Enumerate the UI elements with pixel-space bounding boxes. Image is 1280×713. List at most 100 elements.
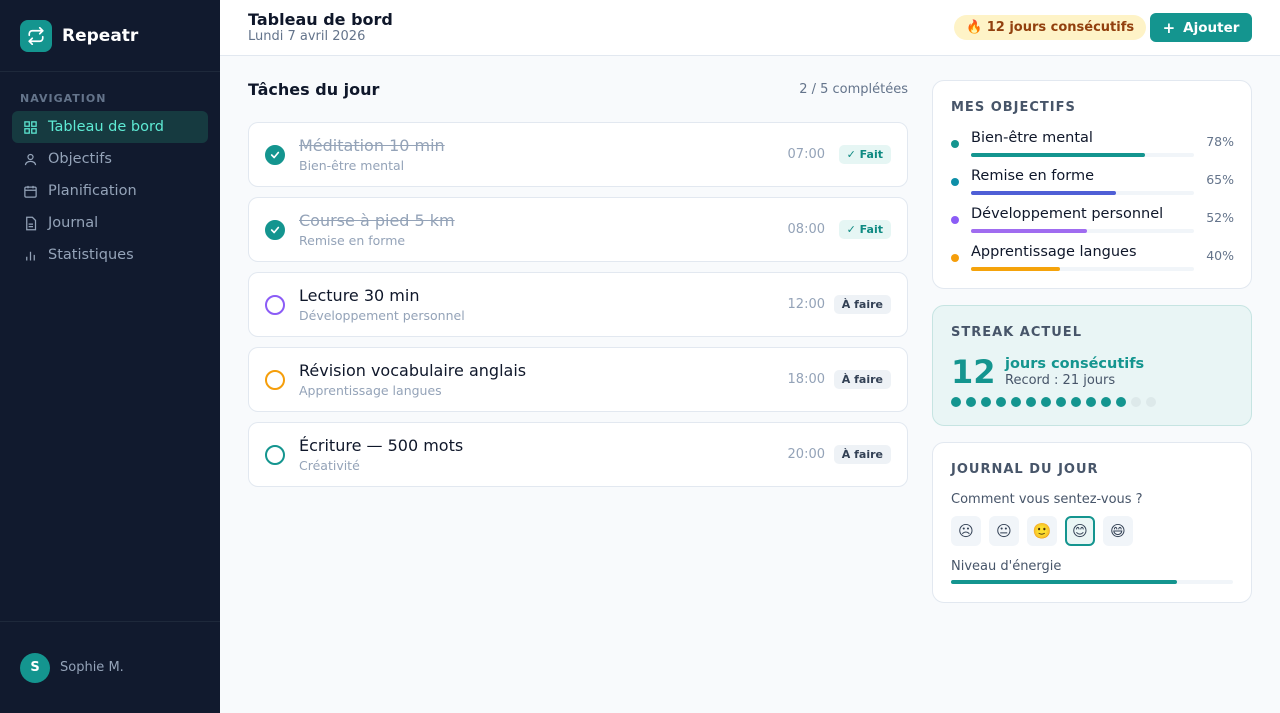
task-category: Bien-être mental	[299, 158, 405, 173]
task-category: Remise en forme	[299, 233, 406, 248]
task-category: Apprentissage langues	[299, 383, 442, 398]
task-time: 08:00	[787, 222, 825, 237]
sad-face-icon[interactable]: ☹	[951, 516, 981, 546]
goal-progress-fill	[971, 229, 1087, 233]
sidebar-item-label: Statistiques	[48, 247, 134, 263]
streak-dots	[951, 397, 1161, 407]
streak-record: Record : 21 jours	[1005, 373, 1116, 388]
task-title: Lecture 30 min	[299, 286, 420, 305]
task-checkbox[interactable]	[265, 445, 285, 465]
document-icon	[22, 215, 38, 231]
status-badge: ✓ Fait	[838, 145, 891, 164]
page-title: Tableau de bord	[248, 10, 393, 29]
streak-day-dot	[1011, 397, 1021, 407]
task-time: 18:00	[787, 372, 825, 387]
goal-dot	[951, 254, 959, 262]
task-item[interactable]: Révision vocabulaire anglais Apprentissa…	[248, 347, 908, 412]
add-button[interactable]: + Ajouter	[1150, 13, 1252, 42]
sidebar-item-label: Journal	[48, 215, 99, 231]
sidebar-item-statistics[interactable]: Statistiques	[12, 239, 208, 271]
check-icon	[270, 151, 280, 159]
task-checkbox[interactable]	[265, 370, 285, 390]
sidebar-item-goals[interactable]: Objectifs	[12, 143, 208, 175]
streak-day-dot	[951, 397, 961, 407]
task-item[interactable]: Course à pied 5 km Remise en forme 08:00…	[248, 197, 908, 262]
page-date: Lundi 7 avril 2026	[248, 29, 366, 44]
goal-dot	[951, 178, 959, 186]
sidebar: Repeatr NAVIGATION Tableau de bord Objec…	[0, 0, 220, 713]
bar-chart-icon	[22, 247, 38, 263]
goal-percent: 78%	[1206, 134, 1234, 149]
add-button-label: Ajouter	[1183, 19, 1240, 36]
task-item[interactable]: Écriture — 500 mots Créativité 20:00 À f…	[248, 422, 908, 487]
task-item[interactable]: Méditation 10 min Bien-être mental 07:00…	[248, 122, 908, 187]
goal-dot	[951, 140, 959, 148]
goal-progress-track	[971, 229, 1194, 233]
app-name: Repeatr	[62, 25, 139, 46]
streak-day-dot	[1071, 397, 1081, 407]
goal-item[interactable]: Apprentissage langues 40%	[951, 244, 1234, 276]
journal-panel: JOURNAL DU JOUR Comment vous sentez-vous…	[932, 442, 1252, 603]
goals-panel: MES OBJECTIFS Bien-être mental 78% Remis…	[932, 80, 1252, 289]
task-checkbox[interactable]	[265, 220, 285, 240]
brand[interactable]: Repeatr	[0, 0, 220, 72]
grid-icon	[22, 119, 38, 135]
task-checkbox[interactable]	[265, 145, 285, 165]
energy-slider[interactable]	[951, 580, 1233, 584]
streak-day-dot	[1131, 397, 1141, 407]
task-category: Créativité	[299, 458, 360, 473]
goal-label: Apprentissage langues	[971, 244, 1137, 260]
goal-progress-fill	[971, 153, 1145, 157]
sidebar-item-journal[interactable]: Journal	[12, 207, 208, 239]
streak-label: jours consécutifs	[1005, 356, 1145, 372]
streak-day-dot	[1026, 397, 1036, 407]
nav-section-label: NAVIGATION	[20, 92, 107, 105]
neutral-face-icon[interactable]: 😐	[989, 516, 1019, 546]
goal-label: Bien-être mental	[971, 130, 1093, 146]
goal-progress-track	[971, 153, 1194, 157]
streak-day-dot	[966, 397, 976, 407]
task-time: 12:00	[787, 297, 825, 312]
status-badge: ✓ Fait	[838, 220, 891, 239]
goal-item[interactable]: Bien-être mental 78%	[951, 130, 1234, 162]
status-badge: À faire	[833, 445, 891, 464]
goals-title: MES OBJECTIFS	[951, 100, 1076, 115]
status-badge: À faire	[833, 295, 891, 314]
sidebar-item-label: Tableau de bord	[48, 119, 164, 135]
task-item[interactable]: Lecture 30 min Développement personnel 1…	[248, 272, 908, 337]
avatar: S	[20, 652, 50, 683]
streak-day-dot	[1086, 397, 1096, 407]
task-checkbox[interactable]	[265, 295, 285, 315]
calendar-icon	[22, 183, 38, 199]
task-time: 20:00	[787, 447, 825, 462]
energy-fill	[951, 580, 1177, 584]
goal-label: Remise en forme	[971, 168, 1095, 184]
check-icon	[270, 226, 280, 234]
sidebar-item-planning[interactable]: Planification	[12, 175, 208, 207]
sidebar-item-dashboard[interactable]: Tableau de bord	[12, 111, 208, 143]
task-title: Révision vocabulaire anglais	[299, 361, 527, 380]
goal-progress-track	[971, 267, 1194, 271]
user-icon	[22, 151, 38, 167]
grin-face-icon[interactable]: 😄	[1103, 516, 1133, 546]
streak-panel: STREAK ACTUEL 12 jours consécutifs Recor…	[932, 305, 1252, 426]
user-profile[interactable]: S Sophie M.	[0, 621, 220, 713]
smile-face-icon[interactable]: 😊	[1065, 516, 1095, 546]
goal-item[interactable]: Développement personnel 52%	[951, 206, 1234, 238]
slight-smile-icon[interactable]: 🙂	[1027, 516, 1057, 546]
plus-icon: +	[1162, 18, 1176, 37]
task-title: Course à pied 5 km	[299, 211, 455, 230]
streak-day-dot	[1101, 397, 1111, 407]
tasks-title: Tâches du jour	[248, 79, 380, 99]
sidebar-item-label: Objectifs	[48, 151, 112, 167]
goal-percent: 65%	[1206, 172, 1234, 187]
task-category: Développement personnel	[299, 308, 465, 323]
status-badge: À faire	[833, 370, 891, 389]
goal-item[interactable]: Remise en forme 65%	[951, 168, 1234, 200]
task-title: Méditation 10 min	[299, 136, 445, 155]
streak-day-dot	[1041, 397, 1051, 407]
mood-question: Comment vous sentez-vous ?	[951, 492, 1143, 507]
repeat-icon	[20, 19, 52, 52]
tasks-section: Tâches du jour 2 / 5 complétées Méditati…	[248, 56, 908, 497]
journal-title: JOURNAL DU JOUR	[951, 462, 1099, 477]
